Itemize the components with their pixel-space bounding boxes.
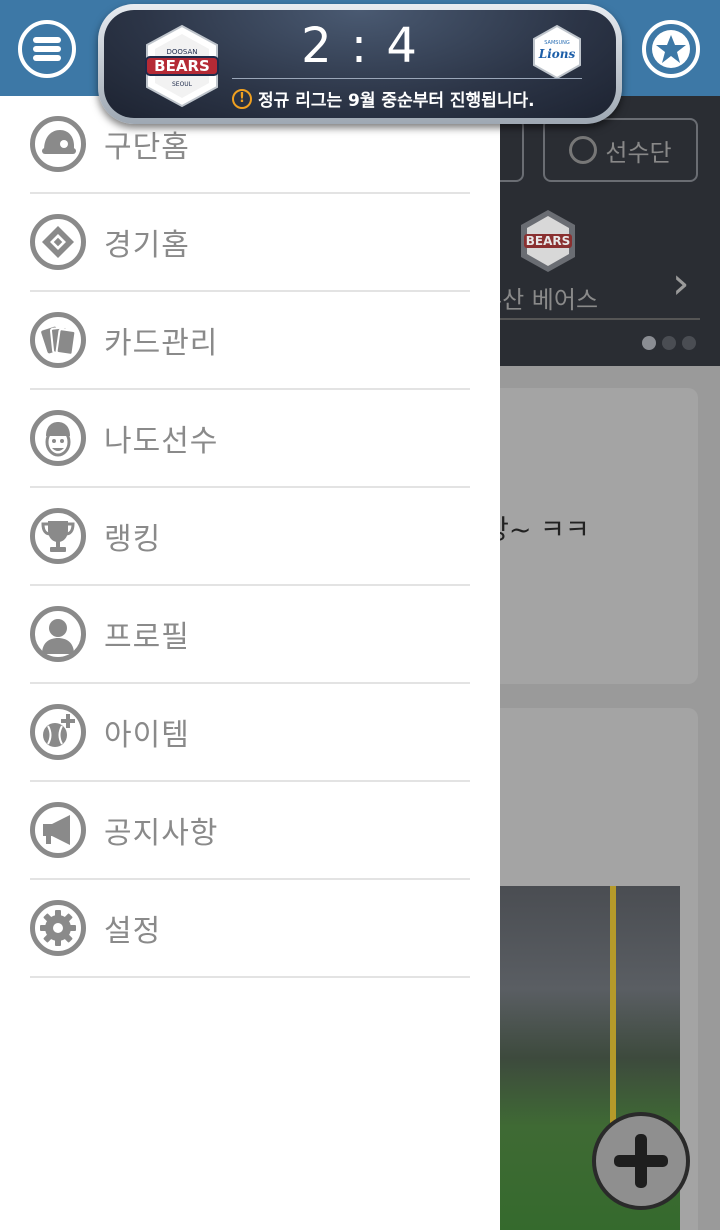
- page-dot: [682, 336, 696, 350]
- drawer-item-game-home[interactable]: 경기홈: [30, 194, 470, 292]
- svg-text:SAMSUNG: SAMSUNG: [544, 40, 570, 46]
- player-face-icon: [30, 410, 86, 466]
- background-tab-players: 선수단: [543, 118, 698, 182]
- helmet-icon: [30, 116, 86, 172]
- page-indicator: [642, 336, 696, 350]
- drawer-item-my-player[interactable]: 나도선수: [30, 390, 470, 488]
- svg-text:BEARS: BEARS: [526, 234, 571, 248]
- notice-text: 정규 리그는 9월 중순부터 진행됩니다.: [258, 91, 535, 111]
- cards-icon: [30, 312, 86, 368]
- background-tab-label: 선수단: [605, 138, 672, 167]
- drawer-item-label: 카드관리: [104, 326, 219, 361]
- svg-text:Lions: Lions: [538, 47, 576, 61]
- star-icon: [652, 30, 690, 68]
- drawer-item-ranking[interactable]: 랭킹: [30, 488, 470, 586]
- score-divider: [232, 78, 582, 79]
- baseball-diamond-icon: [30, 214, 86, 270]
- drawer-menu: 구단홈 경기홈 카드관리 나도선수 랭킹 프로필 아이템 공지사항 설정: [0, 96, 500, 978]
- hamburger-menu-icon: [33, 37, 61, 61]
- scoreboard[interactable]: DOOSAN BEARS SEOUL 2 : 4 SAMSUNG Lions !…: [98, 4, 622, 124]
- add-post-button[interactable]: [592, 1112, 690, 1210]
- drawer-item-profile[interactable]: 프로필: [30, 586, 470, 684]
- drawer-item-label: 프로필: [104, 620, 190, 655]
- megaphone-icon: [30, 802, 86, 858]
- drawer-item-label: 나도선수: [104, 424, 219, 459]
- drawer-item-card-management[interactable]: 카드관리: [30, 292, 470, 390]
- drawer-item-items[interactable]: 아이템: [30, 684, 470, 782]
- background-team-logo: BEARS: [518, 208, 578, 278]
- drawer-item-label: 공지사항: [104, 816, 219, 851]
- drawer-item-label: 구단홈: [104, 130, 190, 165]
- helmet-icon: [569, 136, 598, 164]
- chevron-right-icon: ›: [672, 258, 690, 309]
- drawer-item-label: 경기홈: [104, 228, 190, 263]
- baseball-plus-icon: [30, 704, 86, 760]
- drawer-item-notices[interactable]: 공지사항: [30, 782, 470, 880]
- gear-icon: [30, 900, 86, 956]
- season-notice: ! 정규 리그는 9월 중순부터 진행됩니다.: [232, 86, 592, 111]
- drawer-item-label: 설정: [104, 914, 162, 949]
- svg-text:SEOUL: SEOUL: [172, 81, 193, 88]
- drawer-item-label: 아이템: [104, 718, 190, 753]
- page-dot: [642, 336, 656, 350]
- favorite-button[interactable]: [642, 20, 700, 78]
- page-dot: [662, 336, 676, 350]
- drawer-item-settings[interactable]: 설정: [30, 880, 470, 978]
- plus-icon: [614, 1134, 668, 1188]
- user-icon: [30, 606, 86, 662]
- warning-icon: !: [232, 88, 252, 109]
- side-drawer: 구단홈 경기홈 카드관리 나도선수 랭킹 프로필 아이템 공지사항 설정: [0, 96, 500, 1230]
- trophy-icon: [30, 508, 86, 564]
- background-divider: [500, 318, 700, 320]
- drawer-item-label: 랭킹: [104, 522, 162, 557]
- menu-button[interactable]: [18, 20, 76, 78]
- away-team-logo: SAMSUNG Lions: [532, 24, 582, 80]
